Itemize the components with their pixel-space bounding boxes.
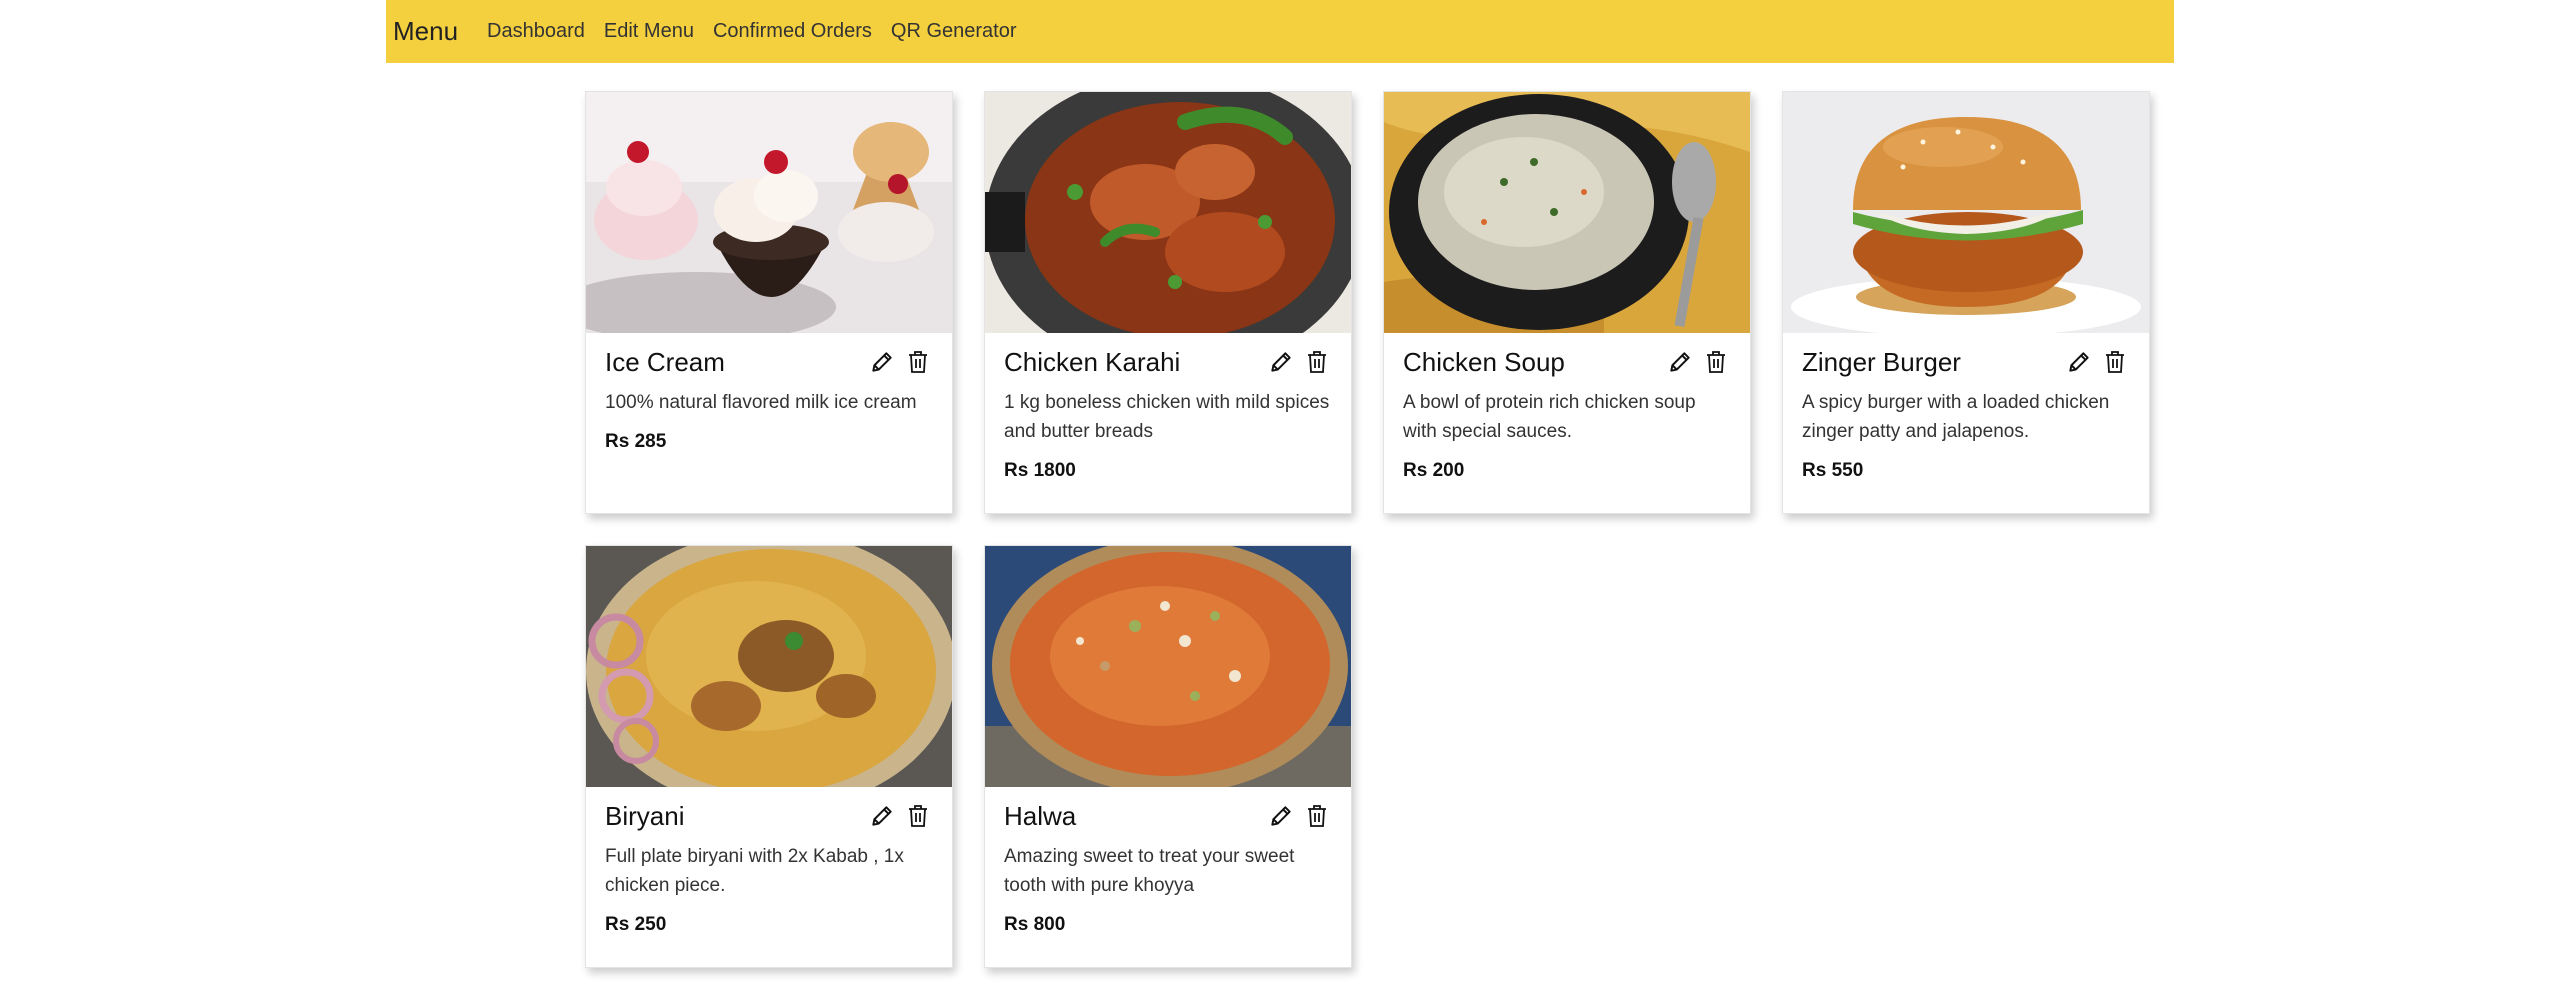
card-title-row: Ice Cream (605, 344, 933, 380)
card-title-row: Halwa (1004, 798, 1332, 834)
card-price: Rs 550 (1802, 460, 1864, 481)
card-title-row: Chicken Karahi (1004, 344, 1332, 380)
card-price: Rs 1800 (1004, 460, 1076, 481)
menu-card-biryani: Biryani Full plate biryani with 2x Kabab… (585, 545, 953, 968)
navbar-brand[interactable]: Menu (393, 16, 458, 47)
card-body: Zinger Burger A spicy burger with a load… (1783, 344, 2149, 482)
card-title: Ice Cream (605, 346, 725, 377)
card-description: Full plate biryani with 2x Kabab , 1x ch… (605, 846, 904, 896)
card-title-row: Zinger Burger (1802, 344, 2130, 380)
card-description: 1 kg boneless chicken with mild spices a… (1004, 392, 1330, 442)
card-title: Zinger Burger (1802, 346, 1961, 377)
card-body: Chicken Soup A bowl of protein rich chic… (1384, 344, 1750, 482)
card-price: Rs 250 (605, 914, 667, 935)
top-navbar: Menu Dashboard Edit Menu Confirmed Order… (386, 0, 2174, 63)
card-price: Rs 800 (1004, 914, 1066, 935)
trash-icon[interactable] (903, 347, 933, 377)
card-actions (1266, 347, 1332, 377)
pencil-icon[interactable] (1266, 347, 1296, 377)
card-actions (1266, 801, 1332, 831)
menu-card-chicken-karahi: Chicken Karahi 1 kg boneless chicken wit… (984, 91, 1352, 514)
card-description: A bowl of protein rich chicken soup with… (1403, 392, 1696, 442)
pencil-icon[interactable] (2064, 347, 2094, 377)
card-title-row: Chicken Soup (1403, 344, 1731, 380)
card-actions (867, 347, 933, 377)
card-description: Amazing sweet to treat your sweet tooth … (1004, 846, 1295, 896)
pencil-icon[interactable] (867, 801, 897, 831)
card-title: Chicken Soup (1403, 346, 1565, 377)
pencil-icon[interactable] (1266, 801, 1296, 831)
card-actions (2064, 347, 2130, 377)
trash-icon[interactable] (2100, 347, 2130, 377)
card-price: Rs 200 (1403, 460, 1465, 481)
food-image-chicken-karahi (985, 92, 1351, 333)
card-price: Rs 285 (605, 431, 667, 452)
nav-link-edit-menu[interactable]: Edit Menu (604, 20, 694, 43)
food-image-ice-cream (586, 92, 952, 333)
menu-card-zinger-burger: Zinger Burger A spicy burger with a load… (1782, 91, 2150, 514)
card-actions (1665, 347, 1731, 377)
card-body: Chicken Karahi 1 kg boneless chicken wit… (985, 344, 1351, 482)
nav-link-dashboard[interactable]: Dashboard (487, 20, 585, 43)
trash-icon[interactable] (903, 801, 933, 831)
food-image-halwa (985, 546, 1351, 787)
card-title-row: Biryani (605, 798, 933, 834)
menu-card-ice-cream: Ice Cream 100% natural flavored milk ice… (585, 91, 953, 514)
card-title: Halwa (1004, 800, 1077, 831)
trash-icon[interactable] (1302, 801, 1332, 831)
menu-card-chicken-soup: Chicken Soup A bowl of protein rich chic… (1383, 91, 1751, 514)
nav-link-confirmed-orders[interactable]: Confirmed Orders (713, 20, 872, 43)
card-title: Chicken Karahi (1004, 346, 1181, 377)
food-image-chicken-soup (1384, 92, 1750, 333)
trash-icon[interactable] (1302, 347, 1332, 377)
card-body: Biryani Full plate biryani with 2x Kabab… (586, 798, 952, 936)
menu-card-halwa: Halwa Amazing sweet to treat your sweet … (984, 545, 1352, 968)
card-body: Ice Cream 100% natural flavored milk ice… (586, 344, 952, 453)
food-image-biryani (586, 546, 952, 787)
pencil-icon[interactable] (867, 347, 897, 377)
food-image-zinger-burger (1783, 92, 2149, 333)
card-title: Biryani (605, 800, 685, 831)
card-description: 100% natural flavored milk ice cream (605, 392, 917, 413)
pencil-icon[interactable] (1665, 347, 1695, 377)
card-actions (867, 801, 933, 831)
card-body: Halwa Amazing sweet to treat your sweet … (985, 798, 1351, 936)
card-description: A spicy burger with a loaded chicken zin… (1802, 392, 2110, 442)
trash-icon[interactable] (1701, 347, 1731, 377)
nav-link-qr-generator[interactable]: QR Generator (891, 20, 1017, 43)
